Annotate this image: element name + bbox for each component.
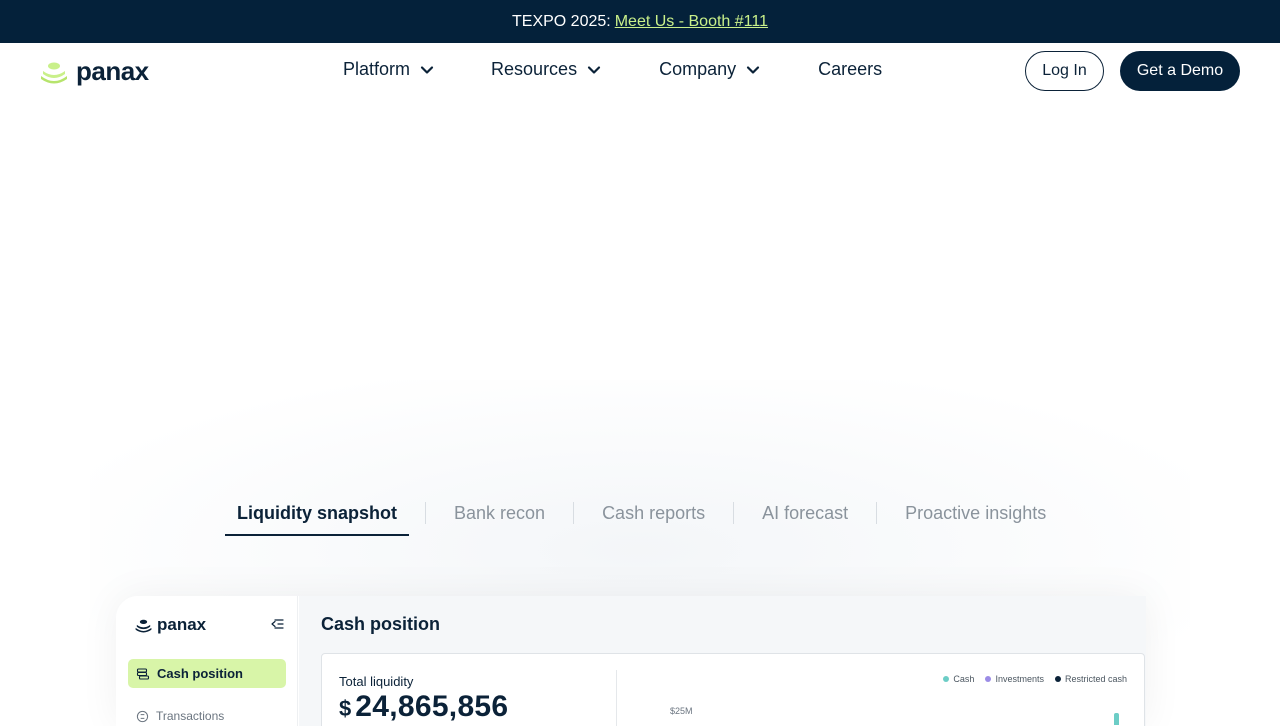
tab-cash-reports[interactable]: Cash reports [590, 491, 717, 535]
currency-symbol: $ [339, 696, 352, 721]
nav-item-label: Platform [343, 59, 411, 79]
legend-label: Restricted cash [1064, 674, 1127, 684]
panax-logo-icon [135, 619, 152, 632]
nav-menu: Platform Resources Company Careers [343, 59, 882, 80]
banner-text: TEXPO 2025: [512, 12, 611, 30]
chart-bar [1114, 713, 1119, 725]
nav-item-company[interactable]: Company [659, 59, 760, 80]
legend-swatch [985, 676, 992, 682]
sidebar-item-cash-position[interactable]: Cash position [128, 659, 286, 688]
logo[interactable]: panax [40, 56, 149, 87]
get-demo-button[interactable]: Get a Demo [1120, 51, 1240, 91]
logo-wordmark: panax [76, 56, 149, 86]
liquidity-card: Total liquidity $ 24,865,856 Cash Invest… [321, 653, 1145, 726]
main-nav: panax Platform Resources Company Careers… [0, 43, 1280, 100]
nav-item-platform[interactable]: Platform [343, 59, 434, 80]
total-liquidity-label: Total liquidity [339, 674, 414, 689]
chevron-down-icon [420, 65, 434, 74]
page-title: Cash position [321, 614, 441, 634]
tab-divider [733, 502, 735, 524]
login-button[interactable]: Log In [1025, 51, 1104, 91]
tab-divider [876, 502, 878, 524]
nav-item-careers[interactable]: Careers [818, 59, 882, 80]
y-axis-tick: $25M [670, 706, 693, 716]
legend-item-cash: Cash [943, 674, 974, 684]
coins-icon [136, 667, 150, 680]
feature-tabs: Liquidity snapshot Bank recon Cash repor… [225, 490, 1058, 536]
legend-label: Investments [995, 674, 1044, 684]
banner-link[interactable]: Meet Us - Booth #111 [615, 13, 768, 31]
total-liquidity-value: $ 24,865,856 [339, 690, 508, 724]
legend-swatch [1054, 676, 1061, 682]
legend-item-investments: Investments [985, 674, 1044, 684]
panax-logo-icon [41, 62, 67, 83]
chart-legend: Cash Investments Restricted cash [943, 674, 1127, 684]
liquidity-amount: 24,865,856 [355, 690, 509, 723]
sidebar-item-label: Cash position [157, 666, 243, 681]
card-divider [616, 670, 617, 726]
tab-proactive-insights[interactable]: Proactive insights [893, 491, 1058, 535]
product-preview: panax Cash position Transactions Cash po… [116, 596, 1146, 726]
tab-divider [425, 502, 426, 524]
nav-item-label: Company [659, 59, 737, 79]
legend-swatch [943, 676, 950, 682]
sidebar-item-label: Transactions [156, 709, 225, 723]
nav-item-label: Resources [491, 59, 578, 79]
app-main: Cash position Total liquidity $ 24,865,8… [299, 596, 1146, 726]
tab-divider [573, 502, 575, 524]
nav-item-label: Careers [818, 59, 883, 79]
nav-item-resources[interactable]: Resources [491, 59, 601, 80]
sidebar-item-transactions[interactable]: Transactions [128, 706, 286, 726]
legend-item-restricted-cash: Restricted cash [1054, 674, 1127, 684]
transactions-icon [136, 710, 149, 722]
tab-ai-forecast[interactable]: AI forecast [750, 491, 860, 535]
app-logo: panax [135, 615, 206, 635]
legend-label: Cash [953, 674, 975, 684]
app-sidebar: panax Cash position Transactions [116, 596, 298, 726]
chevron-down-icon [587, 65, 601, 74]
chevron-down-icon [747, 65, 760, 74]
tab-bank-recon[interactable]: Bank recon [442, 491, 557, 535]
tab-liquidity-snapshot[interactable]: Liquidity snapshot [225, 490, 409, 536]
collapse-sidebar-icon[interactable] [270, 617, 284, 631]
announcement-banner: TEXPO 2025: Meet Us - Booth #111 [0, 0, 1280, 43]
app-logo-wordmark: panax [157, 615, 207, 634]
